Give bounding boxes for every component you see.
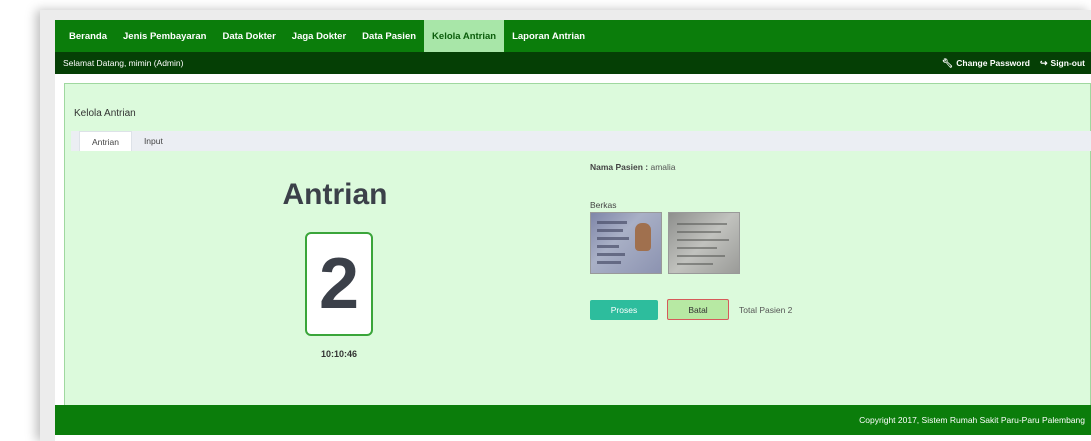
thumb-line	[597, 237, 629, 240]
nav-item-jenis-pembayaran[interactable]: Jenis Pembayaran	[115, 20, 214, 52]
tab-input[interactable]: Input	[132, 131, 175, 151]
proses-button[interactable]: Proses	[590, 300, 658, 320]
sign-out-link[interactable]: ↪ Sign-out	[1040, 58, 1085, 69]
nav-item-data-dokter[interactable]: Data Dokter	[214, 20, 283, 52]
batal-button[interactable]: Batal	[667, 299, 729, 320]
user-bar: Selamat Datang, mimin (Admin) 🔧︎ Change …	[55, 52, 1091, 74]
id-card-thumbnail[interactable]	[590, 212, 662, 274]
panel-title: Kelola Antrian	[74, 108, 136, 119]
nav-item-data-pasien[interactable]: Data Pasien	[354, 20, 424, 52]
thumb-line	[597, 221, 627, 224]
change-password-link[interactable]: 🔧︎ Change Password	[942, 58, 1030, 69]
page: Beranda Jenis Pembayaran Data Dokter Jag…	[55, 20, 1091, 441]
footer: Copyright 2017, Sistem Rumah Sakit Paru-…	[55, 405, 1091, 435]
photo-portrait	[635, 223, 651, 251]
nav-item-laporan-antrian[interactable]: Laporan Antrian	[504, 20, 593, 52]
copyright-text: Copyright 2017, Sistem Rumah Sakit Paru-…	[859, 415, 1085, 425]
queue-number: 2	[318, 244, 360, 324]
berkas-label: Berkas	[590, 200, 617, 210]
thumb-line	[677, 223, 727, 225]
thumb-line	[597, 253, 625, 256]
thumb-line	[597, 261, 621, 264]
queue-panel: Kelola Antrian Antrian Input Antrian 2 1…	[64, 83, 1091, 413]
thumb-line	[677, 247, 717, 249]
user-actions: 🔧︎ Change Password ↪ Sign-out	[942, 58, 1085, 69]
change-password-label: Change Password	[956, 58, 1030, 68]
sign-out-icon: ↪	[1039, 57, 1048, 68]
clock-time: 10:10:46	[320, 349, 358, 359]
top-navigation: Beranda Jenis Pembayaran Data Dokter Jag…	[55, 20, 1091, 52]
queue-number-display: 2	[305, 232, 373, 336]
queue-heading: Antrian	[282, 178, 388, 211]
patient-name-label: Nama Pasien :	[590, 162, 649, 172]
tab-bar: Antrian Input	[71, 131, 1091, 151]
thumb-line	[597, 245, 619, 248]
document-thumbnail[interactable]	[668, 212, 740, 274]
nav-item-kelola-antrian[interactable]: Kelola Antrian	[424, 20, 505, 52]
wrench-icon: 🔧︎	[941, 57, 954, 68]
nav-item-jaga-dokter[interactable]: Jaga Dokter	[284, 20, 354, 52]
patient-name-value: amalia	[650, 162, 676, 172]
patient-name-line: Nama Pasien : amalia	[590, 162, 676, 172]
nav-item-beranda[interactable]: Beranda	[61, 20, 115, 52]
thumb-line	[677, 255, 725, 257]
sign-out-label: Sign-out	[1050, 58, 1085, 68]
welcome-text: Selamat Datang, mimin (Admin)	[63, 58, 184, 68]
thumb-line	[597, 229, 623, 232]
thumb-line	[677, 231, 721, 233]
thumb-line	[677, 263, 713, 265]
tab-antrian[interactable]: Antrian	[79, 131, 132, 151]
thumb-line	[677, 239, 729, 241]
total-pasien-text: Total Pasien 2	[739, 305, 793, 315]
